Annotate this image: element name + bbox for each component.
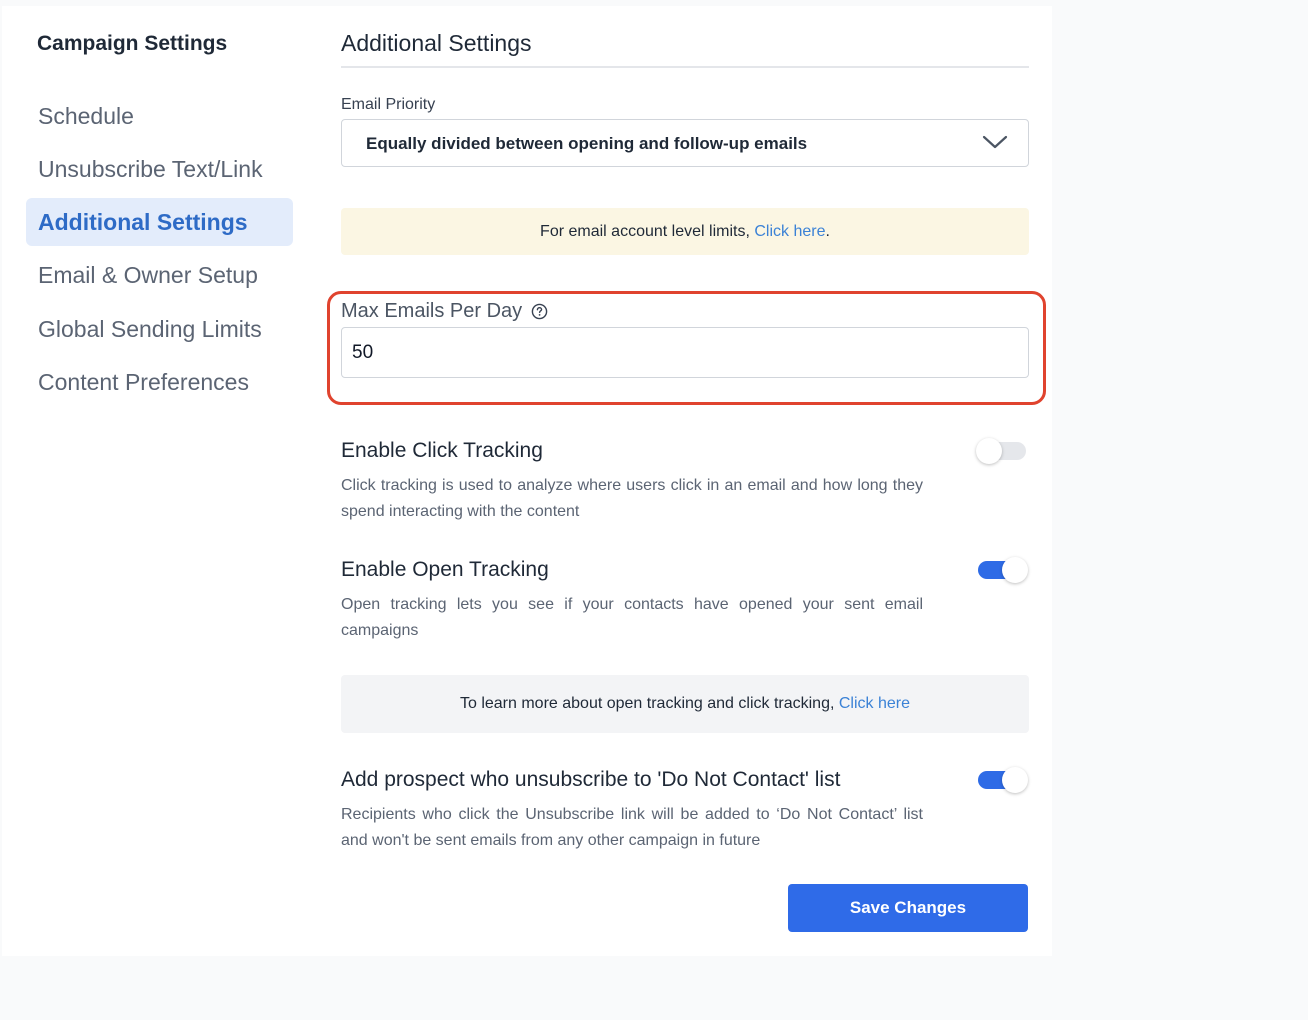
sidebar-item-content-preferences[interactable]: Content Preferences [26, 358, 293, 406]
account-limits-notice: For email account level limits, Click he… [341, 208, 1029, 255]
account-limits-notice-text: For email account level limits, [540, 223, 755, 240]
tracking-info-text: To learn more about open tracking and cl… [459, 695, 839, 712]
page-title: Additional Settings [341, 30, 532, 56]
tracking-info-notice: To learn more about open tracking and cl… [341, 675, 1029, 733]
sidebar-title: Campaign Settings [37, 32, 228, 55]
max-emails-label-text: Max Emails Per Day [341, 300, 523, 322]
do-not-contact-description: Recipients who click the Unsubscribe lin… [341, 806, 923, 849]
email-priority-label: Email Priority [341, 96, 436, 113]
max-emails-input[interactable] [341, 327, 1029, 378]
toggle-knob [1002, 767, 1028, 793]
toggle-knob [976, 438, 1002, 464]
email-priority-selected-value: Equally divided between opening and foll… [366, 134, 808, 153]
tracking-info-link[interactable]: Click here [839, 695, 910, 712]
click-tracking-title: Enable Click Tracking [341, 439, 543, 462]
open-tracking-title: Enable Open Tracking [341, 558, 549, 581]
max-emails-label: Max Emails Per Day [341, 300, 548, 323]
account-limits-link[interactable]: Click here [754, 223, 825, 240]
save-changes-button[interactable]: Save Changes [788, 884, 1028, 932]
sidebar-item-email-owner-setup[interactable]: Email & Owner Setup [26, 251, 293, 299]
toggle-knob [1002, 557, 1028, 583]
settings-panel: Campaign Settings Schedule Unsubscribe T… [2, 6, 1052, 956]
open-tracking-description: Open tracking lets you see if your conta… [341, 596, 923, 639]
do-not-contact-toggle[interactable] [976, 766, 1028, 793]
sidebar-item-unsubscribe-text-link[interactable]: Unsubscribe Text/Link [26, 145, 293, 193]
account-limits-notice-suffix: . [825, 223, 830, 240]
title-divider [341, 66, 1029, 68]
click-tracking-description: Click tracking is used to analyze where … [341, 477, 923, 520]
chevron-down-icon [982, 135, 1008, 149]
email-priority-select[interactable]: Equally divided between opening and foll… [341, 119, 1029, 167]
sidebar-item-additional-settings[interactable]: Additional Settings [26, 198, 293, 246]
open-tracking-toggle[interactable] [976, 556, 1028, 583]
click-tracking-toggle[interactable] [976, 437, 1028, 464]
help-circle-icon[interactable] [531, 303, 548, 320]
sidebar-item-schedule[interactable]: Schedule [26, 92, 293, 140]
do-not-contact-title: Add prospect who unsubscribe to 'Do Not … [341, 768, 841, 791]
sidebar-item-global-sending-limits[interactable]: Global Sending Limits [26, 305, 293, 353]
